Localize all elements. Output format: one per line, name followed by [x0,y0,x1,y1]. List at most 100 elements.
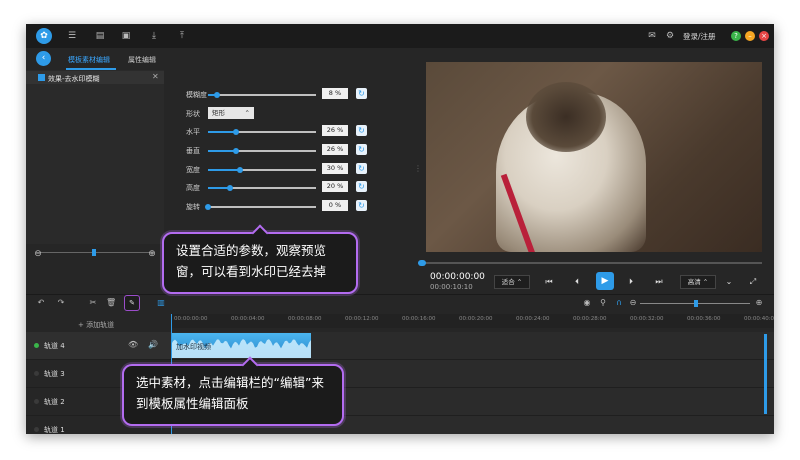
fullscreen-icon[interactable]: ⤢ [746,275,760,289]
save-as-icon[interactable]: ▣ [120,30,132,42]
track-3-name: 轨道 3 [44,370,65,378]
redo-icon[interactable]: ↷ [56,298,66,308]
params-callout: 设置合适的参数，观察预览窗，可以看到水印已经去掉 [162,232,358,294]
minimize-button[interactable]: – [745,31,755,41]
horizontal-reset-icon[interactable]: ↻ [356,125,367,136]
effect-checkbox[interactable] [38,74,45,81]
preview-window [426,62,762,252]
fit-select-value: 适合 [501,278,515,286]
width-slider-fill [208,169,241,171]
effect-item-label: 效果-去水印模糊 [48,75,100,83]
list-icon[interactable]: ☰ [66,30,78,42]
message-icon[interactable]: ✉ [646,30,658,42]
marker-icon[interactable]: ⚲ [598,298,608,308]
vertical-slider-fill [208,150,237,152]
export-icon[interactable]: ⤒ [176,30,188,42]
preview-cat-head [526,82,606,152]
skip-start-icon[interactable]: ⏮ [542,275,556,289]
app-logo-icon: ✿ [36,28,52,44]
add-track-button[interactable]: + 添加轨道 [78,320,114,330]
zoom-out-icon[interactable]: ⊖ [32,248,44,260]
settings-icon[interactable]: ⚙ [664,30,676,42]
rotate-slider[interactable] [205,204,316,210]
height-reset-icon[interactable]: ↻ [356,181,367,192]
shape-select[interactable]: 矩形 ⌃ [208,107,254,119]
panel-splitter-handle[interactable]: ⋮ [414,164,422,173]
height-slider-knob[interactable] [226,185,233,191]
horizontal-slider[interactable] [208,129,316,135]
rotate-value[interactable]: 0 % [322,200,348,211]
vertical-label: 垂直 [186,147,200,155]
step-back-icon[interactable]: ⏴ [570,275,584,289]
split-icon[interactable]: ▥ [156,298,166,308]
vertical-reset-icon[interactable]: ↻ [356,144,367,155]
track-1-name: 轨道 1 [44,426,65,434]
timeline-zoom-knob[interactable] [694,300,698,307]
track-4-indicator [34,343,39,348]
blur-slider-knob[interactable] [213,92,220,98]
fit-select[interactable]: 适合 ⌃ [494,275,530,289]
magnet-icon[interactable]: ∩ [614,298,624,308]
play-button[interactable]: ▶ [596,272,614,290]
ruler-tick-label: 00:00:36:00 [687,316,721,322]
close-button[interactable]: × [759,31,769,41]
total-duration: 00:00:10:10 [430,283,473,291]
ruler-tick-label: 00:00:28:00 [573,316,607,322]
shape-label: 形状 [186,110,200,118]
vertical-slider[interactable] [208,148,316,154]
height-value[interactable]: 20 % [322,181,348,192]
undo-icon[interactable]: ↶ [36,298,46,308]
width-slider[interactable] [208,167,316,173]
tab-template-material[interactable]: 模板素材编辑 [68,55,110,65]
timeline-zoom-out-icon[interactable]: ⊖ [628,298,638,308]
ruler-tick-label: 00:00:20:00 [459,316,493,322]
snapshot-icon[interactable]: ◉ [582,298,592,308]
left-zoom-knob[interactable] [92,249,96,256]
seek-knob[interactable] [418,260,426,266]
height-label: 高度 [186,184,200,192]
step-forward-icon[interactable]: ⏵ [624,275,638,289]
height-slider[interactable] [208,185,316,191]
title-bar [26,24,774,48]
rotate-label: 旋转 [186,203,200,211]
ruler-tick-label: 00:00:12:00 [345,316,379,322]
timeline-scrollbar[interactable] [764,334,767,414]
volume-icon[interactable]: 🔊 [148,340,158,350]
width-reset-icon[interactable]: ↻ [356,163,367,174]
vertical-value[interactable]: 26 % [322,144,348,155]
width-value[interactable]: 30 % [322,163,348,174]
track-4-name: 轨道 4 [44,342,65,350]
back-button[interactable]: ‹ [36,51,51,66]
visibility-icon[interactable]: 👁 [128,340,138,350]
ruler-tick-label: 00:00:08:00 [288,316,322,322]
collapse-icon[interactable]: ⌄ [722,275,736,289]
skip-end-icon[interactable]: ⏭ [652,275,666,289]
blur-reset-icon[interactable]: ↻ [356,88,367,99]
save-icon[interactable]: ▤ [94,30,106,42]
ruler-tick-label: 00:00:24:00 [516,316,550,322]
edit-callout: 选中素材，点击编辑栏的“编辑”来到模板属性编辑面板 [122,364,344,426]
video-clip-label: 加水印视频 [176,343,211,351]
quality-select[interactable]: 高清 ⌃ [680,275,716,289]
blur-label: 模糊度 [186,91,207,99]
delete-icon[interactable]: 🗑 [106,298,116,308]
blur-slider[interactable] [208,92,316,98]
tab-properties[interactable]: 属性编辑 [128,55,156,65]
help-button[interactable]: ? [731,31,741,41]
login-link[interactable]: 登录/注册 [683,31,716,42]
horizontal-label: 水平 [186,128,200,136]
cut-icon[interactable]: ✂ [88,298,98,308]
track-3-indicator [34,371,39,376]
timeline-zoom-in-icon[interactable]: ⊕ [754,298,764,308]
edit-button[interactable]: ✎ [124,295,140,311]
import-icon[interactable]: ⤓ [148,30,160,42]
shape-select-value: 矩形 [212,109,225,117]
seek-bar[interactable] [418,262,762,264]
rotate-reset-icon[interactable]: ↻ [356,200,367,211]
ruler-tick-label: 00:00:32:00 [630,316,664,322]
blur-value[interactable]: 8 % [322,88,348,99]
effect-remove-icon[interactable]: ✕ [152,72,159,81]
horizontal-value[interactable]: 26 % [322,125,348,136]
rotate-slider-knob[interactable] [205,204,211,210]
zoom-in-icon[interactable]: ⊕ [146,248,158,260]
